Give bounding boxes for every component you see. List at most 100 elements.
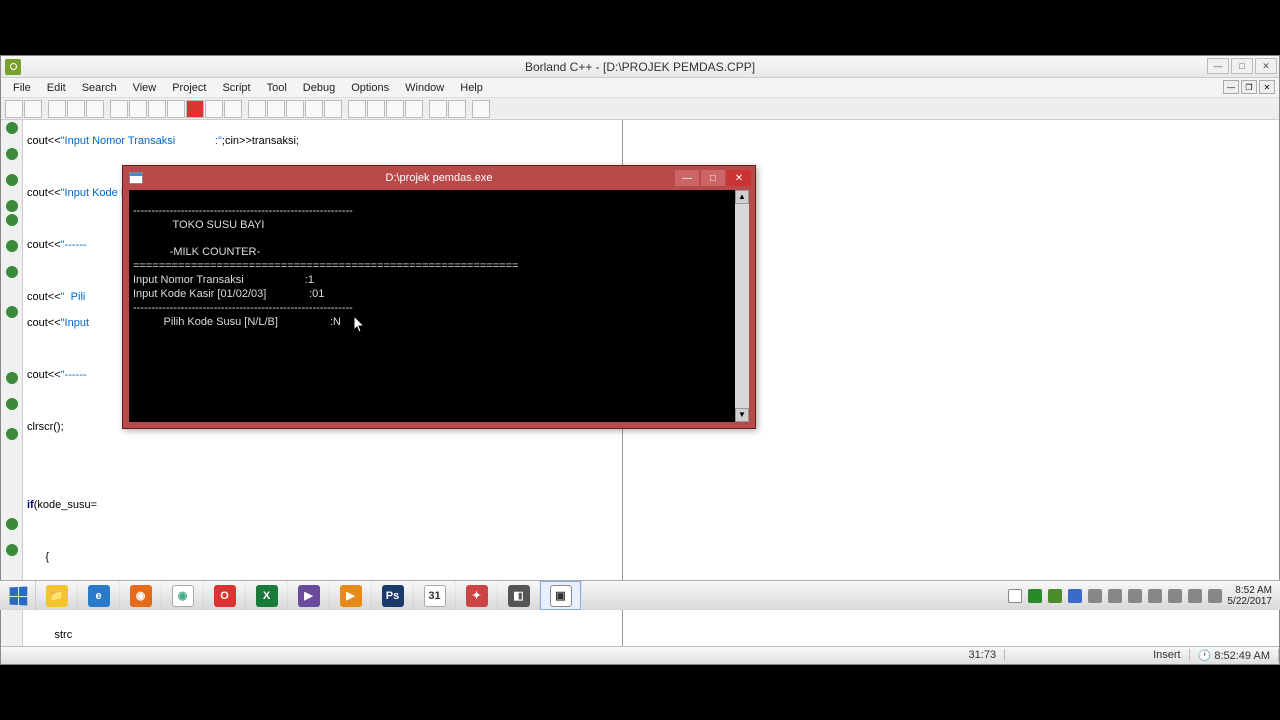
console-close-button[interactable]: ✕ xyxy=(727,170,751,186)
menu-tool[interactable]: Tool xyxy=(259,80,295,96)
status-clock: 🕐 8:52:49 AM xyxy=(1190,649,1279,662)
breakpoint-icon[interactable] xyxy=(6,372,18,384)
console-titlebar[interactable]: D:\projek pemdas.exe — □ ✕ xyxy=(123,166,755,190)
start-button[interactable] xyxy=(0,581,36,611)
task-excel[interactable]: X xyxy=(246,581,288,610)
menu-edit[interactable]: Edit xyxy=(39,80,74,96)
breakpoint-icon[interactable] xyxy=(6,214,18,226)
menubar: File Edit Search View Project Script Too… xyxy=(1,78,1279,98)
tray-nvidia-icon[interactable] xyxy=(1048,589,1062,603)
firefox-icon: ◉ xyxy=(130,585,152,607)
mdi-close[interactable]: ✕ xyxy=(1259,80,1275,94)
breakpoint-icon[interactable] xyxy=(6,398,18,410)
tool-help-icon[interactable] xyxy=(472,100,490,118)
task-photoshop[interactable]: Ps xyxy=(372,581,414,610)
tool-new-icon[interactable] xyxy=(5,100,23,118)
menu-script[interactable]: Script xyxy=(214,80,258,96)
scroll-up-icon[interactable]: ▲ xyxy=(735,190,749,204)
tool-saveall-icon[interactable] xyxy=(67,100,85,118)
task-borland[interactable]: ✦ xyxy=(456,581,498,610)
task-opera[interactable]: O xyxy=(204,581,246,610)
menu-window[interactable]: Window xyxy=(397,80,452,96)
breakpoint-icon[interactable] xyxy=(6,428,18,440)
tool-find-icon[interactable] xyxy=(324,100,342,118)
menu-view[interactable]: View xyxy=(125,80,165,96)
tray-bt-icon[interactable] xyxy=(1108,589,1122,603)
status-pos: 31:73 xyxy=(961,649,1006,661)
tool-inspect-icon[interactable] xyxy=(448,100,466,118)
task-calendar[interactable]: 31 xyxy=(414,581,456,610)
menu-project[interactable]: Project xyxy=(164,80,214,96)
task-mediaplayer[interactable]: ▶ xyxy=(330,581,372,610)
tray-lang-icon[interactable] xyxy=(1208,589,1222,603)
tool-rebuild-icon[interactable] xyxy=(167,100,185,118)
ie-icon: e xyxy=(88,585,110,607)
tray-wifi-icon[interactable] xyxy=(1188,589,1202,603)
breakpoint-icon[interactable] xyxy=(6,266,18,278)
tool-paste-icon[interactable] xyxy=(305,100,323,118)
console-icon: ▣ xyxy=(550,585,572,607)
ide-titlebar[interactable]: Borland C++ - [D:\PROJEK PEMDAS.CPP] — □… xyxy=(1,56,1279,78)
console-maximize-button[interactable]: □ xyxy=(701,170,725,186)
mdi-minimize[interactable]: — xyxy=(1223,80,1239,94)
scroll-thumb[interactable] xyxy=(735,204,749,408)
breakpoint-icon[interactable] xyxy=(6,518,18,530)
task-firefox[interactable]: ◉ xyxy=(120,581,162,610)
task-ie[interactable]: e xyxy=(78,581,120,610)
console-title: D:\projek pemdas.exe xyxy=(386,172,493,184)
tray-flag-icon[interactable] xyxy=(1008,589,1022,603)
tray-up-icon[interactable] xyxy=(1028,589,1042,603)
tool-stepout-icon[interactable] xyxy=(386,100,404,118)
maximize-button[interactable]: □ xyxy=(1231,58,1253,74)
scroll-down-icon[interactable]: ▼ xyxy=(735,408,749,422)
ps-icon: Ps xyxy=(382,585,404,607)
tool-save-icon[interactable] xyxy=(48,100,66,118)
tool-undo-icon[interactable] xyxy=(248,100,266,118)
tray-battery-icon[interactable] xyxy=(1168,589,1182,603)
breakpoint-icon[interactable] xyxy=(6,544,18,556)
task-moviemaker[interactable]: ▶ xyxy=(288,581,330,610)
tool-stop-icon[interactable] xyxy=(205,100,223,118)
status-mode: Insert xyxy=(1145,649,1190,661)
task-chrome[interactable]: ◉ xyxy=(162,581,204,610)
tool-stepover-icon[interactable] xyxy=(348,100,366,118)
console-window[interactable]: D:\projek pemdas.exe — □ ✕ -------------… xyxy=(122,165,756,429)
tray-app-icon[interactable] xyxy=(1068,589,1082,603)
breakpoint-icon[interactable] xyxy=(6,306,18,318)
breakpoint-icon[interactable] xyxy=(6,174,18,186)
tool-watch-icon[interactable] xyxy=(429,100,447,118)
tool-bp-icon[interactable] xyxy=(405,100,423,118)
breakpoint-icon[interactable] xyxy=(6,122,18,134)
breakpoint-icon[interactable] xyxy=(6,200,18,212)
tool-project-icon[interactable] xyxy=(86,100,104,118)
tray-network-icon[interactable] xyxy=(1128,589,1142,603)
task-explorer[interactable]: 📁 xyxy=(36,581,78,610)
minimize-button[interactable]: — xyxy=(1207,58,1229,74)
tray-usb-icon[interactable] xyxy=(1088,589,1102,603)
tool-open-icon[interactable] xyxy=(24,100,42,118)
task-utility[interactable]: ◧ xyxy=(498,581,540,610)
menu-search[interactable]: Search xyxy=(74,80,125,96)
console-output[interactable]: ----------------------------------------… xyxy=(129,190,735,422)
console-minimize-button[interactable]: — xyxy=(675,170,699,186)
menu-help[interactable]: Help xyxy=(452,80,491,96)
menu-options[interactable]: Options xyxy=(343,80,397,96)
tray-volume-icon[interactable] xyxy=(1148,589,1162,603)
tool-copy-icon[interactable] xyxy=(286,100,304,118)
menu-debug[interactable]: Debug xyxy=(295,80,343,96)
tool-stepin-icon[interactable] xyxy=(367,100,385,118)
console-scrollbar[interactable]: ▲ ▼ xyxy=(735,190,749,422)
tool-cut-icon[interactable] xyxy=(267,100,285,118)
mdi-restore[interactable]: ❐ xyxy=(1241,80,1257,94)
menu-file[interactable]: File xyxy=(5,80,39,96)
breakpoint-icon[interactable] xyxy=(6,240,18,252)
tool-make-icon[interactable] xyxy=(129,100,147,118)
breakpoint-icon[interactable] xyxy=(6,148,18,160)
task-console-active[interactable]: ▣ xyxy=(540,581,582,610)
tray-clock[interactable]: 8:52 AM 5/22/2017 xyxy=(1228,585,1277,607)
tool-run-icon[interactable] xyxy=(186,100,204,118)
tool-build-icon[interactable] xyxy=(148,100,166,118)
close-button[interactable]: ✕ xyxy=(1255,58,1277,74)
tool-compile-icon[interactable] xyxy=(110,100,128,118)
tool-pause-icon[interactable] xyxy=(224,100,242,118)
